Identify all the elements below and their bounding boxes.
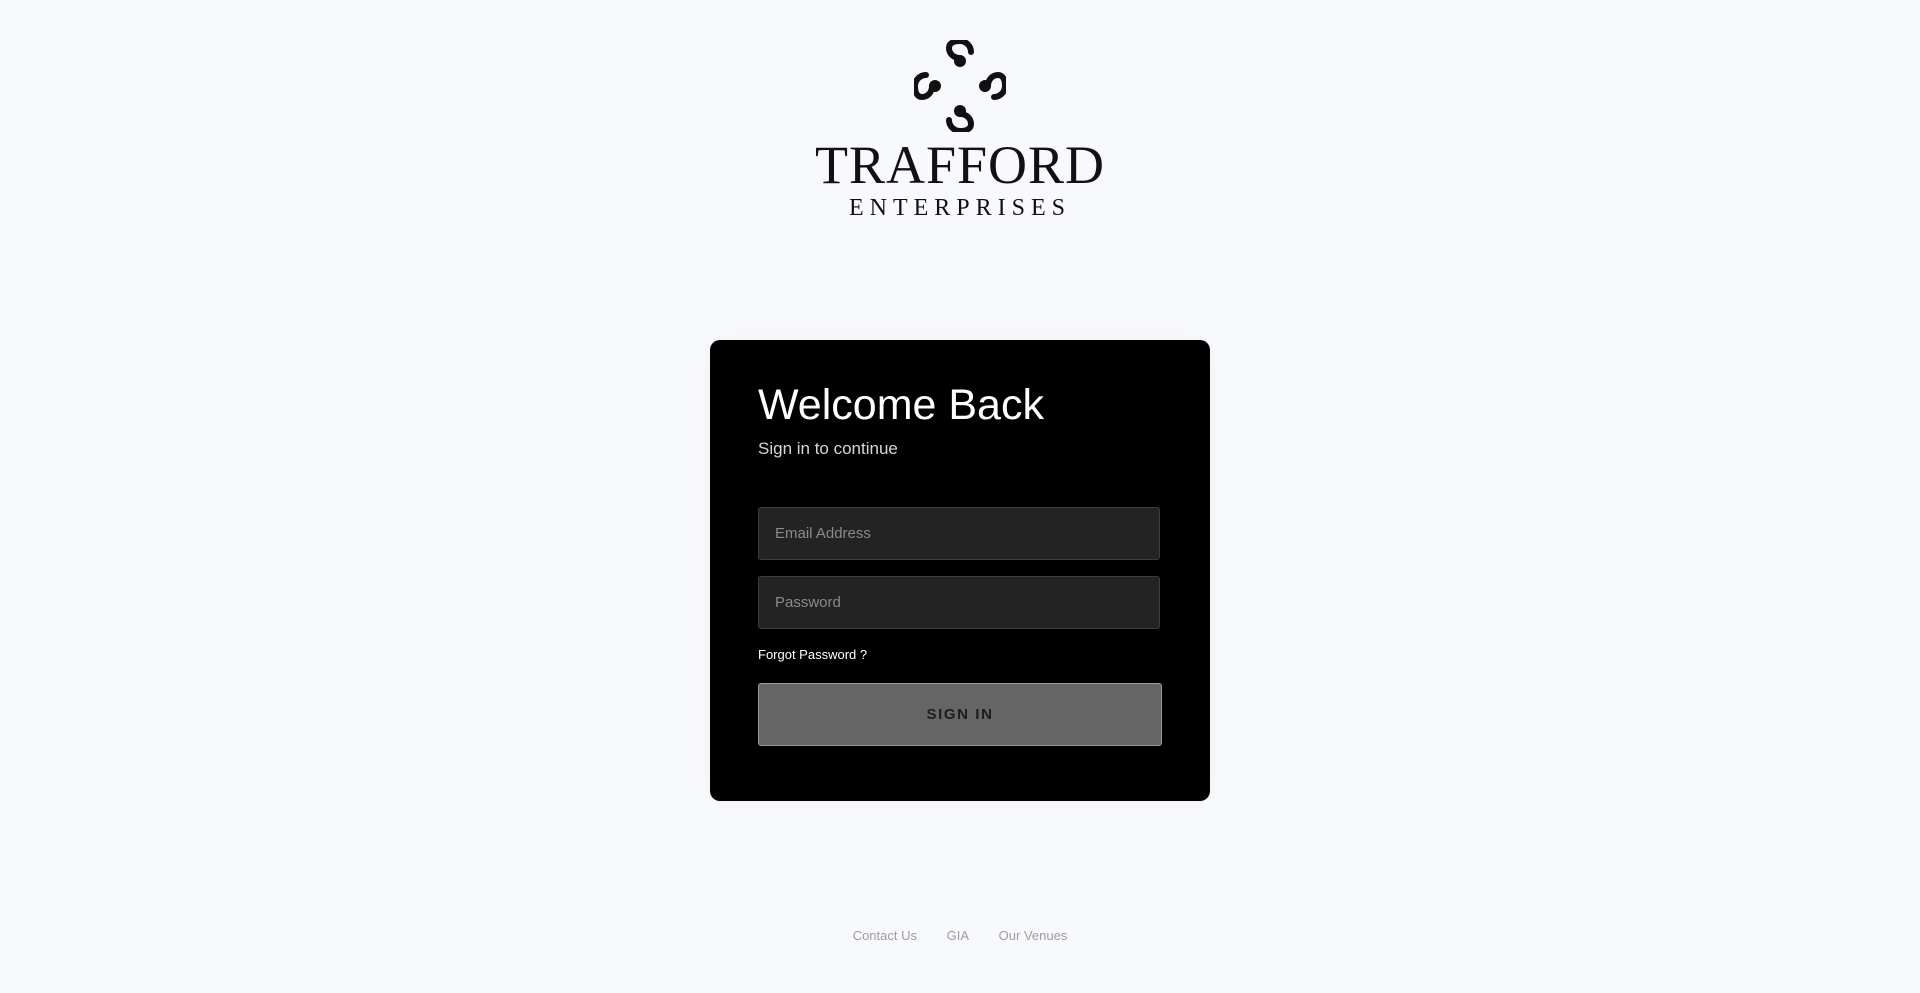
footer-links: Contact Us GIA Our Venues xyxy=(0,928,1920,943)
password-field[interactable] xyxy=(758,576,1160,630)
footer-link-gia[interactable]: GIA xyxy=(947,928,969,943)
forgot-password-link[interactable]: Forgot Password ? xyxy=(758,647,867,662)
login-form: Welcome Back Sign in to continue Forgot … xyxy=(758,381,1162,753)
email-field[interactable] xyxy=(758,507,1160,561)
quatrefoil-swirl-icon xyxy=(914,40,1006,132)
page-subtitle: Sign in to continue xyxy=(758,439,898,459)
footer-link-our-venues[interactable]: Our Venues xyxy=(999,928,1068,943)
login-card: Welcome Back Sign in to continue Forgot … xyxy=(710,340,1210,801)
company-logo: TRAFFORD ENTERPRISES xyxy=(800,40,1120,230)
sign-in-button[interactable]: SIGN IN xyxy=(758,683,1162,747)
footer-link-contact-us[interactable]: Contact Us xyxy=(853,928,917,943)
brand-subtitle: ENTERPRISES xyxy=(848,195,1072,221)
page-title: Welcome Back xyxy=(758,381,1044,429)
brand-name: TRAFFORD xyxy=(814,135,1106,195)
